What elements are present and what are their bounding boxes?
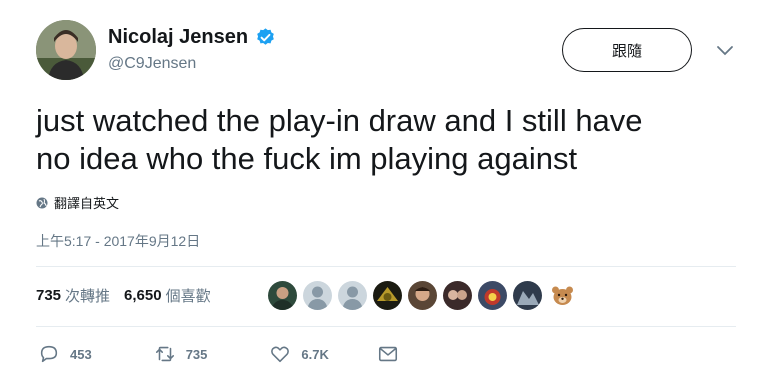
tweet-text-line-2: no idea who the fuck im playing against — [36, 141, 578, 176]
like-count: 6.7K — [301, 346, 329, 362]
likes-count[interactable]: 6,650 — [124, 287, 162, 304]
avatar-photo — [36, 20, 96, 80]
engagement-stats: 735 次轉推 6,650 個喜歡 — [36, 285, 225, 306]
bear-face-icon — [552, 286, 573, 305]
retweets-label[interactable]: 次轉推 — [65, 285, 110, 306]
tweet-timestamp[interactable]: 上午5:17 - 2017年9月12日 — [36, 231, 200, 251]
liker-avatar[interactable] — [513, 281, 542, 310]
translate-tweet-link[interactable]: 翻譯自英文 — [36, 193, 119, 212]
direct-message-button[interactable] — [377, 343, 399, 365]
retweet-icon — [155, 346, 174, 362]
reply-icon — [40, 345, 58, 363]
liker-avatar-bear[interactable] — [548, 281, 577, 310]
retweets-count[interactable]: 735 — [36, 287, 61, 304]
translate-label[interactable]: 翻譯自英文 — [54, 193, 119, 212]
heart-icon — [271, 346, 290, 363]
liker-avatar[interactable] — [478, 281, 507, 310]
reply-count: 453 — [70, 346, 92, 362]
divider — [36, 266, 736, 267]
divider — [36, 326, 736, 327]
liker-avatar[interactable] — [443, 281, 472, 310]
author-name[interactable]: Nicolaj Jensen — [108, 26, 276, 49]
liker-avatar[interactable] — [373, 281, 402, 310]
envelope-icon — [378, 346, 397, 362]
liker-avatar[interactable] — [268, 281, 297, 310]
likes-label[interactable]: 個喜歡 — [166, 285, 211, 306]
tweet-text: just watched the play-in draw and I stil… — [36, 102, 736, 178]
liker-avatar-default[interactable] — [338, 281, 367, 310]
author-avatar[interactable] — [36, 20, 96, 80]
tweet-text-line-1: just watched the play-in draw and I stil… — [36, 103, 643, 138]
author-handle[interactable]: @C9Jensen — [108, 55, 196, 73]
chevron-down-icon[interactable] — [716, 44, 734, 56]
globe-icon — [36, 197, 48, 208]
liker-avatar-default[interactable] — [303, 281, 332, 310]
liker-avatars — [268, 281, 577, 310]
like-button[interactable]: 6.7K — [269, 343, 329, 365]
retweet-count: 735 — [185, 346, 208, 362]
author-name-text[interactable]: Nicolaj Jensen — [108, 26, 248, 49]
tweet-actions: 453 735 6.7K — [38, 343, 439, 365]
follow-button[interactable]: 跟隨 — [562, 28, 692, 72]
verified-badge-icon — [257, 28, 274, 45]
reply-button[interactable]: 453 — [38, 343, 92, 365]
retweet-button[interactable]: 735 — [154, 343, 208, 365]
liker-avatar[interactable] — [408, 281, 437, 310]
